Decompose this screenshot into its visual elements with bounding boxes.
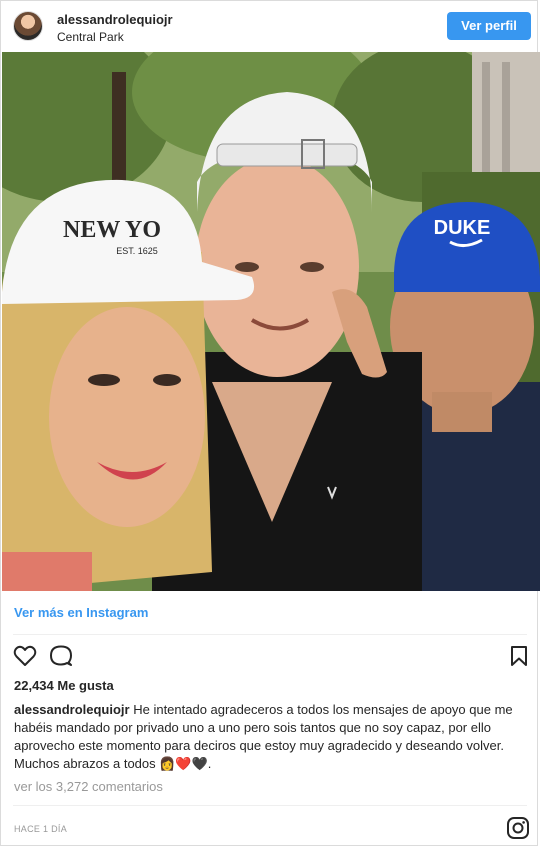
post-photo[interactable]: DUKE NEW YO EST. 1625	[2, 52, 540, 591]
photo-illustration: DUKE NEW YO EST. 1625	[2, 52, 540, 591]
username[interactable]: alessandrolequiojr	[57, 12, 173, 27]
heart-icon[interactable]	[12, 643, 38, 669]
center-man-face	[195, 157, 359, 377]
view-profile-button[interactable]: Ver perfil	[447, 12, 531, 40]
woman-face	[49, 307, 205, 527]
view-comments-link[interactable]: ver los 3,272 comentarios	[14, 779, 163, 794]
duke-cap-text: DUKE	[434, 217, 491, 239]
instagram-embed-card: alessandrolequiojr Central Park Ver perf…	[0, 0, 540, 846]
like-count[interactable]: 22,434 Me gusta	[14, 678, 114, 693]
caption-username[interactable]: alessandrolequiojr	[14, 702, 130, 717]
caption: alessandrolequiojr He intentado agradece…	[14, 701, 529, 773]
bookmark-icon[interactable]	[506, 643, 532, 669]
divider	[13, 805, 527, 806]
post-header: alessandrolequiojr Central Park Ver perf…	[1, 1, 539, 51]
avatar[interactable]	[13, 11, 43, 41]
divider	[13, 634, 527, 635]
instagram-logo-icon[interactable]	[505, 815, 531, 841]
comment-icon[interactable]	[48, 643, 74, 669]
view-more-on-instagram-link[interactable]: Ver más en Instagram	[14, 605, 148, 620]
post-timestamp: HACE 1 DÍA	[14, 824, 68, 834]
location-link[interactable]: Central Park	[57, 30, 124, 44]
new-york-cap-subtext: EST. 1625	[116, 246, 158, 256]
new-york-cap-text: NEW YO	[63, 217, 161, 243]
